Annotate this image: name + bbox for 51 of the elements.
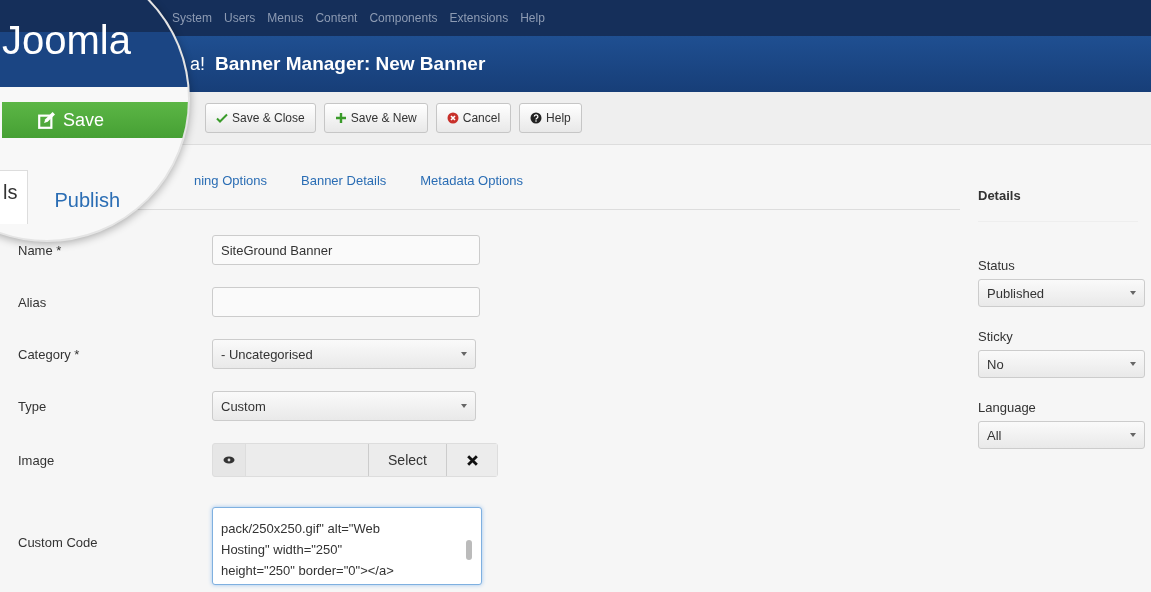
logo-text: a!: [190, 53, 205, 75]
toolbar-button[interactable]: Save & New: [323, 103, 428, 133]
menu-item[interactable]: Content: [315, 11, 358, 25]
field-label: Alias: [18, 294, 48, 310]
plus-icon: [334, 112, 347, 124]
menu-item[interactable]: Menus: [267, 11, 304, 25]
caret-icon: [461, 352, 467, 356]
logo-text: Joomla: [2, 18, 131, 63]
field-label: Category *: [18, 346, 81, 362]
page-title: Banner Manager: New Banner: [215, 53, 486, 75]
details-heading: Details: [978, 188, 1138, 222]
scrollbar-thumb[interactable]: [466, 540, 472, 560]
edit-icon: [38, 111, 55, 129]
field-label: Name *: [18, 242, 63, 258]
tab[interactable]: ning Options: [194, 173, 267, 188]
select-field[interactable]: Published: [978, 279, 1145, 307]
caret-icon: [1130, 362, 1136, 366]
clear-icon[interactable]: [446, 444, 497, 476]
field-label: Status: [978, 258, 1016, 273]
tab[interactable]: Publish: [50, 179, 125, 224]
tab[interactable]: Metadata Options: [420, 173, 523, 188]
menu-item[interactable]: Help: [520, 11, 545, 25]
caret-icon: [1130, 291, 1136, 295]
select-field[interactable]: All: [978, 421, 1145, 449]
select-field[interactable]: No: [978, 350, 1145, 378]
field-label: Image: [18, 452, 56, 468]
text-field[interactable]: SiteGround Banner: [212, 235, 480, 265]
caret-icon: [461, 404, 467, 408]
field-label: Custom Code: [18, 534, 99, 550]
toolbar-button[interactable]: Help: [519, 103, 582, 133]
text-field[interactable]: [212, 287, 480, 317]
field-label: Sticky: [978, 329, 1014, 344]
select-field[interactable]: - Uncategorised: [212, 339, 476, 369]
select-field[interactable]: Custom: [212, 391, 476, 421]
field-label: Language: [978, 400, 1037, 415]
menu-item[interactable]: Components: [369, 11, 438, 25]
help-icon: [530, 112, 543, 124]
caret-icon: [1130, 433, 1136, 437]
toolbar-button[interactable]: Cancel: [435, 103, 512, 133]
image-path-field[interactable]: [245, 444, 368, 476]
menu-item[interactable]: Users: [224, 11, 256, 25]
select-button[interactable]: Select: [368, 444, 446, 476]
tab[interactable]: ls: [0, 170, 29, 224]
menu-item[interactable]: Extensions: [449, 11, 509, 25]
menu-item[interactable]: System: [172, 11, 212, 25]
check-icon: [216, 112, 228, 124]
toolbar-button[interactable]: Save & Close: [205, 103, 316, 133]
field-label: Type: [18, 398, 48, 414]
code-textarea[interactable]: pack/250x250.gif" alt="Web Hosting" width="250" height="250" border="0"></a>: [212, 507, 482, 585]
cancel-icon: [446, 112, 459, 124]
tab[interactable]: Banner Details: [301, 173, 387, 188]
